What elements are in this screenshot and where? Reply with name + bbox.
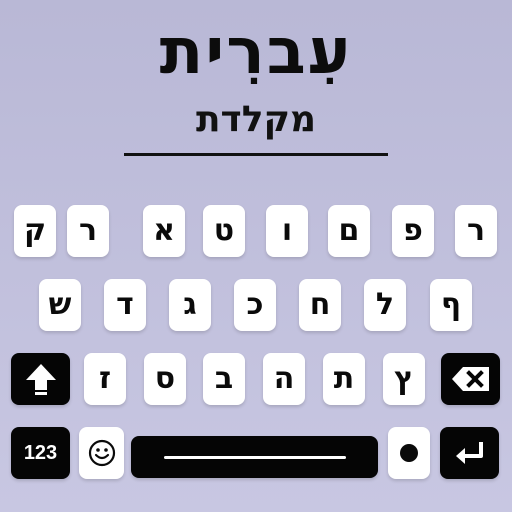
key-tet[interactable]: ט [203,205,245,257]
key-vav[interactable]: ו [266,205,308,257]
key-tav[interactable]: ת [323,353,365,405]
key-bet[interactable]: ב [203,353,245,405]
smiley-icon [88,439,115,467]
shift-key[interactable] [11,353,70,405]
enter-key[interactable] [440,427,499,479]
key-final-mem[interactable]: ם [328,205,370,257]
key-kaf[interactable]: כ [234,279,276,331]
space-bar[interactable] [131,436,378,478]
dot-key[interactable] [388,427,430,479]
space-bar-line [163,455,346,459]
dot-icon [400,444,418,462]
backspace-key[interactable] [441,353,500,405]
keyboard-row-2: ש ד ג כ ח ל ף [0,279,512,331]
key-resh[interactable]: ר [67,205,109,257]
emoji-key[interactable] [79,427,124,479]
key-qof[interactable]: ק [14,205,56,257]
key-dalet[interactable]: ד [104,279,146,331]
key-final-pe[interactable]: ף [430,279,472,331]
key-pe[interactable]: פ [392,205,434,257]
key-gimel[interactable]: ג [169,279,211,331]
key-samekh[interactable]: ס [144,353,186,405]
shift-arrow-icon [25,364,56,395]
key-alef[interactable]: א [143,205,185,257]
app-subtitle: מקלדת [195,99,317,140]
key-shin[interactable]: ש [39,279,81,331]
backspace-icon [451,367,489,391]
enter-return-icon [455,442,483,464]
key-lamed[interactable]: ל [364,279,406,331]
keyboard-row-3: ז ס ב ה ת ץ [0,353,512,405]
keyboard-row-4: 123 [0,427,512,479]
keyboard-row-1: ק ר א ט ו ם פ ר [0,205,512,257]
key-he[interactable]: ה [263,353,305,405]
key-final-tsadi[interactable]: ץ [383,353,425,405]
key-resh-2[interactable]: ר [455,205,497,257]
title-underline [124,153,388,156]
key-zayin[interactable]: ז [84,353,126,405]
app-title: עִברִית [159,15,353,89]
key-het[interactable]: ח [299,279,341,331]
numbers-key[interactable]: 123 [11,427,70,479]
